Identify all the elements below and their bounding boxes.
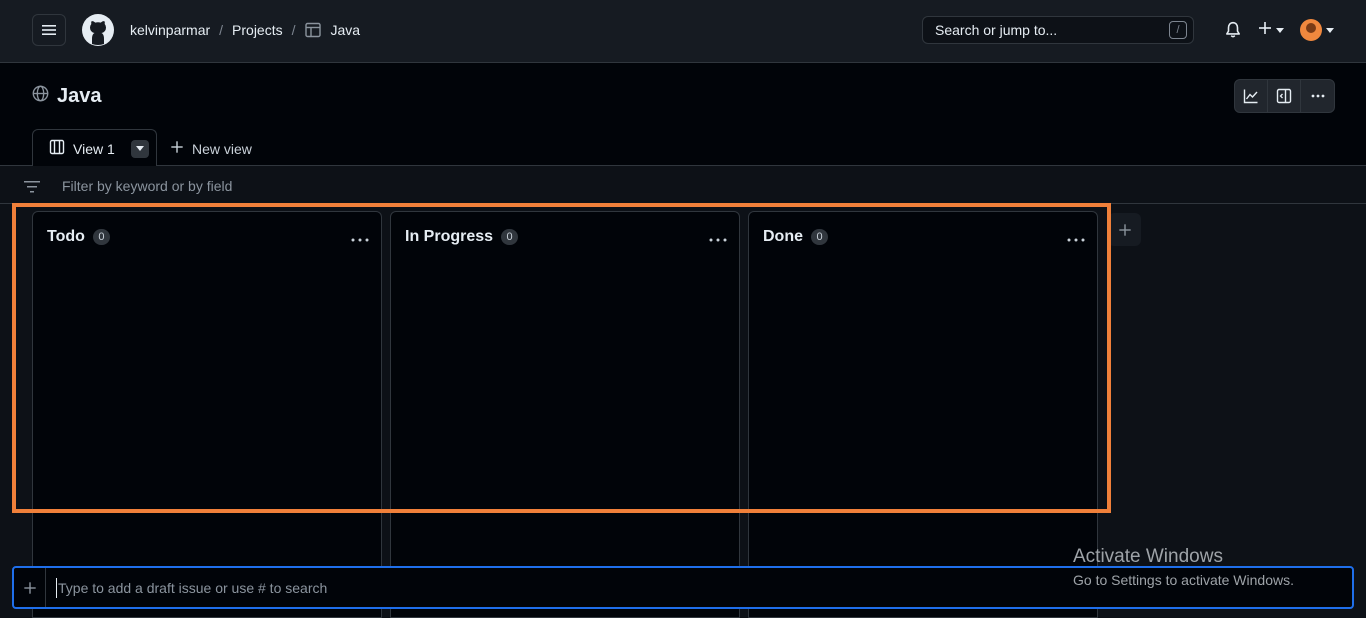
column-menu-icon[interactable] <box>351 230 369 248</box>
column-menu-icon[interactable] <box>1067 230 1085 248</box>
column-count-badge: 0 <box>92 229 110 245</box>
table-icon <box>304 22 321 38</box>
add-item-button[interactable] <box>14 568 46 607</box>
insights-icon[interactable] <box>1235 80 1268 112</box>
column-title: Todo <box>47 228 85 245</box>
column-count-badge: 0 <box>501 229 519 245</box>
tab-view-1[interactable]: View 1 <box>32 129 157 167</box>
kebab-icon[interactable] <box>1301 80 1334 112</box>
plus-icon <box>1118 223 1131 236</box>
watermark-subtitle: Go to Settings to activate Windows. <box>1073 572 1294 588</box>
column-title: In Progress <box>405 228 494 245</box>
chevron-down-icon <box>135 146 144 151</box>
breadcrumb-projects[interactable]: Projects <box>232 22 283 38</box>
plus-icon <box>23 581 36 594</box>
github-logo-icon[interactable] <box>82 14 114 46</box>
breadcrumb-user[interactable]: kelvinparmar <box>130 22 210 38</box>
global-header: kelvinparmar / Projects / Java Search or… <box>0 0 1366 63</box>
plus-icon <box>170 140 184 157</box>
breadcrumb: kelvinparmar / Projects / Java <box>130 22 360 38</box>
view-tabs: View 1 New view <box>0 128 1366 167</box>
global-search[interactable]: Search or jump to... / <box>922 16 1194 44</box>
tab-label: View 1 <box>73 140 115 157</box>
new-view-label: New view <box>192 140 252 157</box>
breadcrumb-project[interactable]: Java <box>331 22 361 38</box>
column-menu-icon[interactable] <box>709 230 727 248</box>
create-new-menu[interactable] <box>1257 20 1284 41</box>
breadcrumb-separator: / <box>219 22 224 38</box>
side-panel-icon[interactable] <box>1268 80 1301 112</box>
avatar <box>1300 19 1322 41</box>
project-header: Java <box>32 85 102 108</box>
plus-icon <box>1257 20 1273 41</box>
chevron-down-icon <box>1326 27 1334 33</box>
draft-issue-input[interactable] <box>56 578 1056 598</box>
filter-bar: Filter by keyword or by field <box>0 166 1366 204</box>
filter-input[interactable]: Filter by keyword or by field <box>62 178 232 194</box>
chevron-down-icon <box>1276 28 1284 33</box>
breadcrumb-separator: / <box>291 22 296 38</box>
board-column-todo: Todo 0 <box>32 211 382 618</box>
watermark-title: Activate Windows <box>1073 546 1223 567</box>
search-placeholder: Search or jump to... <box>935 22 1058 38</box>
windows-activation-watermark: Activate Windows Go to Settings to activ… <box>1073 546 1294 588</box>
search-shortcut-key: / <box>1169 21 1187 39</box>
page-title: Java <box>57 85 102 107</box>
column-header: Done 0 <box>763 228 828 246</box>
column-count-badge: 0 <box>811 229 828 245</box>
board-column-in-progress: In Progress 0 <box>390 211 740 618</box>
add-column-button[interactable] <box>1108 213 1141 246</box>
board-column-done: Done 0 <box>748 211 1098 618</box>
column-header: Todo 0 <box>47 228 110 246</box>
view-options-button[interactable] <box>130 139 149 158</box>
new-view-button[interactable]: New view <box>170 140 252 157</box>
bell-icon[interactable] <box>1224 21 1242 44</box>
project-actions <box>1234 79 1335 113</box>
user-menu[interactable] <box>1300 19 1334 41</box>
column-header: In Progress 0 <box>405 228 519 246</box>
filter-icon[interactable] <box>24 180 40 198</box>
board-icon <box>49 139 65 158</box>
globe-icon <box>32 85 49 108</box>
hamburger-icon[interactable] <box>32 14 66 46</box>
column-title: Done <box>763 228 803 245</box>
